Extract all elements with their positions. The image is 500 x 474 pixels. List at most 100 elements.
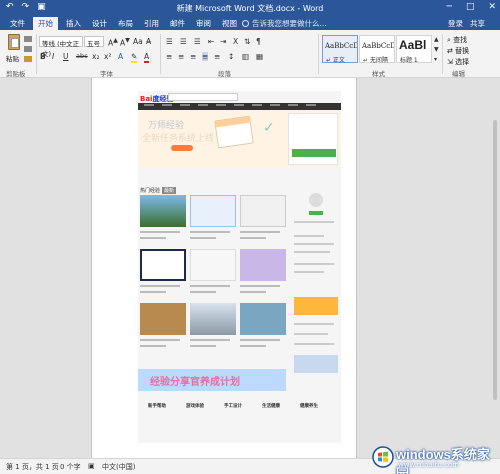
- share-button[interactable]: 共享: [470, 18, 485, 29]
- footer-col-3: 手工设计: [224, 404, 242, 409]
- subscript-button[interactable]: x₂: [92, 52, 99, 61]
- page-count[interactable]: 第 1 页，共 1 页: [6, 462, 59, 472]
- banner-title: 万师经验: [148, 121, 185, 131]
- find-button[interactable]: ⌕ 查找: [447, 35, 467, 45]
- editing-group-label: 编辑: [452, 70, 465, 78]
- image-card: [140, 303, 186, 351]
- change-case-icon[interactable]: Aa: [133, 37, 143, 46]
- proofing-icon[interactable]: ▣: [88, 462, 95, 470]
- style-heading-1-name: 标题 1: [400, 57, 418, 64]
- sort-icon[interactable]: ⇅: [244, 37, 250, 46]
- styles-scroll-up-icon[interactable]: ▲: [434, 36, 439, 43]
- bold-button[interactable]: B: [40, 52, 46, 61]
- numbering-icon[interactable]: ☰: [180, 37, 187, 46]
- watermark: windows系统家园 www.ruhaitu.com: [372, 440, 500, 474]
- show-marks-icon[interactable]: ¶: [256, 37, 261, 46]
- image-card: [190, 249, 236, 297]
- promo-banner-text: 经验分享官养成计划: [150, 377, 240, 388]
- footer-col-5: 健康养生: [300, 404, 318, 409]
- style-heading-1[interactable]: AaBl 标题 1: [396, 35, 432, 64]
- style-normal-name: ↵ 正文: [326, 57, 345, 64]
- image-card: [140, 195, 186, 243]
- superscript-button[interactable]: x²: [104, 52, 111, 61]
- style-no-spacing[interactable]: AaBbCcDc ↵ 无间隔: [359, 35, 395, 64]
- styles-more-icon[interactable]: ▾: [434, 56, 437, 63]
- lightbulb-icon: [242, 20, 249, 27]
- text-effects-button[interactable]: A: [118, 52, 123, 61]
- tab-design[interactable]: 设计: [92, 18, 107, 29]
- italic-button[interactable]: I: [52, 52, 54, 61]
- maximize-button[interactable]: □: [466, 2, 475, 12]
- vertical-scrollbar[interactable]: [492, 80, 498, 456]
- find-label: 查找: [453, 36, 468, 44]
- font-color-button[interactable]: A: [144, 52, 150, 63]
- banner-subtitle: 全新任务系统上线: [142, 134, 215, 144]
- font-name-select[interactable]: 等线 (中文正文): [39, 36, 83, 58]
- shrink-font-icon[interactable]: A▼: [120, 37, 130, 48]
- checkmark-icon: ✓: [263, 120, 275, 136]
- justify-icon[interactable]: ≡: [202, 52, 209, 61]
- tab-file[interactable]: 文件: [10, 18, 25, 29]
- scrollbar-thumb[interactable]: [493, 120, 497, 400]
- tell-me-box[interactable]: 告诉我您想要做什么...: [242, 18, 327, 29]
- font-group-label: 字体: [100, 70, 113, 78]
- cut-icon[interactable]: [24, 36, 32, 42]
- format-painter-icon[interactable]: [24, 56, 32, 62]
- image-card: [240, 195, 286, 243]
- tab-mailings[interactable]: 邮件: [170, 18, 185, 29]
- tab-insert[interactable]: 插入: [66, 18, 81, 29]
- replace-button[interactable]: ⇄ 替换: [447, 46, 469, 56]
- clear-formatting-icon[interactable]: A̶: [146, 37, 151, 46]
- image-card: [190, 303, 236, 351]
- select-button[interactable]: ⇲ 选择: [447, 57, 469, 67]
- tab-layout[interactable]: 布局: [118, 18, 133, 29]
- paragraph-group-label: 段落: [218, 70, 231, 78]
- logo-bai: Bai: [140, 95, 153, 103]
- tab-review[interactable]: 审阅: [196, 18, 211, 29]
- align-right-icon[interactable]: ≡: [190, 52, 196, 61]
- word-count[interactable]: 0 个字: [60, 462, 81, 472]
- borders-icon[interactable]: ▦: [256, 52, 263, 61]
- copy-icon[interactable]: [24, 46, 32, 52]
- image-login-card: [288, 113, 338, 165]
- distributed-icon[interactable]: ≡: [214, 52, 220, 61]
- highlight-icon[interactable]: ✎: [131, 52, 138, 63]
- language[interactable]: 中文(中国): [102, 462, 135, 472]
- style-normal-preview: AaBbCcDc: [325, 42, 357, 50]
- shading-icon[interactable]: ▥: [242, 52, 249, 61]
- ribbon-tabs: 文件 开始 插入 设计 布局 引用 邮件 审阅 视图 告诉我您想要做什么... …: [0, 16, 500, 30]
- tab-home[interactable]: 开始: [33, 17, 58, 30]
- minimize-button[interactable]: ─: [447, 2, 452, 12]
- footer-col-1: 新手帮助: [148, 404, 166, 409]
- image-card: [240, 249, 286, 297]
- increase-indent-icon[interactable]: ⇥: [220, 37, 226, 46]
- line-spacing-icon[interactable]: ↕: [228, 52, 234, 61]
- cursor-icon: ⇲: [447, 58, 453, 66]
- grow-font-icon[interactable]: A▲: [108, 37, 118, 48]
- multilevel-list-icon[interactable]: ☰: [194, 37, 201, 46]
- image-search-box: [168, 93, 238, 101]
- underline-button[interactable]: U: [63, 52, 69, 61]
- chinese-layout-icon[interactable]: Ⅹ: [233, 37, 238, 46]
- align-left-icon[interactable]: ≡: [166, 52, 172, 61]
- window-controls: ─ □ ✕: [447, 2, 496, 12]
- align-center-icon[interactable]: ≡: [178, 52, 184, 61]
- image-navbar: [138, 103, 341, 110]
- image-promo-banner: 经验分享官养成计划: [138, 369, 286, 391]
- style-normal[interactable]: AaBbCcDc ↵ 正文: [322, 35, 358, 64]
- windows-logo-icon: [372, 446, 394, 468]
- tab-view[interactable]: 视图: [222, 18, 237, 29]
- tab-references[interactable]: 引用: [144, 18, 159, 29]
- strikethrough-button[interactable]: abc: [76, 52, 88, 60]
- image-sidebar: [292, 187, 340, 377]
- styles-scroll-down-icon[interactable]: ▼: [434, 46, 439, 53]
- decrease-indent-icon[interactable]: ⇤: [208, 37, 214, 46]
- replace-icon: ⇄: [447, 47, 453, 55]
- bullets-icon[interactable]: ☰: [166, 37, 173, 46]
- paste-label: 粘贴: [6, 55, 19, 63]
- login-link[interactable]: 登录: [448, 18, 463, 29]
- embedded-webpage-image[interactable]: Bai度经验 万师经验 全新任务系统上线 ✓ 热门经验 最新 经验分享官养成计划…: [138, 91, 341, 443]
- font-size-select[interactable]: 五号: [84, 36, 104, 48]
- close-button[interactable]: ✕: [488, 2, 496, 12]
- select-label: 选择: [455, 58, 470, 66]
